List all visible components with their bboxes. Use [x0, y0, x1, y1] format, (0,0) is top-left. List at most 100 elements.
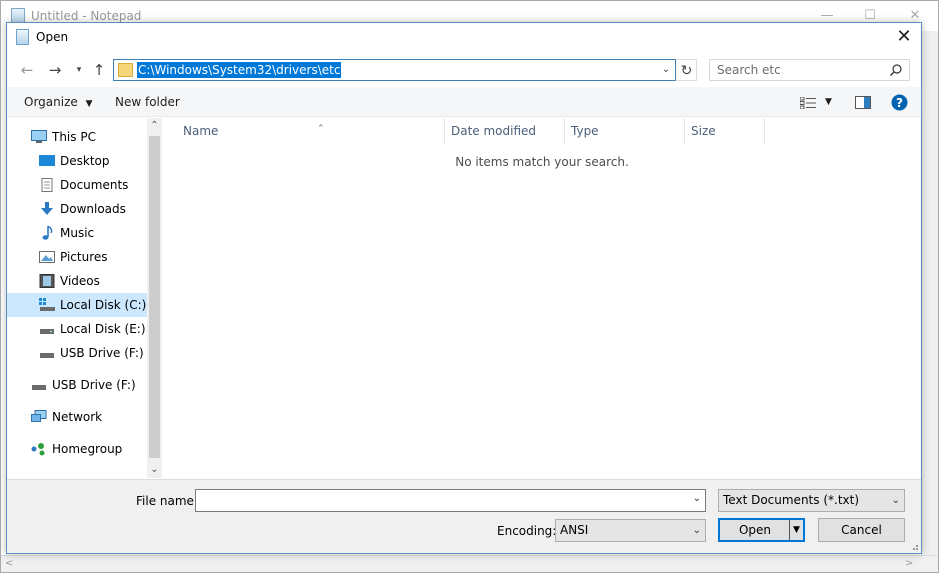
- column-header-date-modified[interactable]: Date modified: [445, 118, 565, 144]
- documents-icon: [41, 178, 53, 192]
- sidebar-item-usb-drive-f[interactable]: USB Drive (F:): [7, 341, 147, 365]
- search-input[interactable]: Search etc: [717, 63, 781, 77]
- chevron-down-icon: ⌄: [891, 495, 900, 506]
- notepad-title: Untitled - Notepad: [31, 9, 142, 23]
- open-dialog: Open ✕ ← → ▾ ↑ C:\Windows\System32\drive…: [6, 22, 922, 554]
- column-name-label: Name: [183, 124, 219, 138]
- open-button[interactable]: Open ▼: [718, 518, 805, 542]
- music-icon: [42, 226, 53, 240]
- sidebar-item-music[interactable]: Music: [7, 221, 147, 245]
- scroll-right-icon[interactable]: >: [905, 558, 913, 569]
- sidebar-item-label: Videos: [60, 274, 100, 288]
- scroll-up-icon[interactable]: ⌃: [147, 118, 162, 134]
- sidebar-item-local-disk-e[interactable]: Local Disk (E:): [7, 317, 147, 341]
- column-header-type[interactable]: Type: [565, 118, 685, 144]
- sidebar-item-homegroup[interactable]: Homegroup: [7, 437, 147, 461]
- forward-arrow-icon[interactable]: →: [45, 59, 65, 81]
- sidebar-item-local-disk-c[interactable]: Local Disk (C:): [7, 293, 147, 317]
- encoding-select[interactable]: ANSI ⌄: [555, 519, 706, 542]
- computer-icon: [31, 130, 47, 143]
- sidebar-item-label: USB Drive (F:): [52, 378, 136, 392]
- system-drive-icon: [39, 298, 55, 311]
- sort-ascending-icon: ⌃: [317, 124, 325, 134]
- recent-locations-chevron-icon[interactable]: ▾: [69, 59, 89, 81]
- close-icon[interactable]: ✕: [891, 25, 917, 49]
- organize-button[interactable]: Organize ▼: [24, 95, 93, 109]
- dialog-titlebar: Open ✕: [7, 23, 921, 52]
- scroll-left-icon[interactable]: <: [5, 558, 13, 569]
- homegroup-icon: [31, 443, 45, 456]
- sidebar-item-label: Documents: [60, 178, 129, 192]
- sidebar-item-documents[interactable]: Documents: [7, 173, 147, 197]
- dialog-title: Open: [36, 30, 69, 44]
- notepad-icon: [16, 29, 29, 45]
- drive-icon: [40, 329, 54, 334]
- navigation-pane-scrollbar[interactable]: ⌃ ⌄: [147, 118, 162, 478]
- dialog-footer: File name: ⌄ Text Documents (*.txt) ⌄ En…: [7, 479, 921, 553]
- sidebar-item-label: Desktop: [60, 154, 110, 168]
- chevron-down-icon[interactable]: ⌄: [659, 62, 673, 78]
- network-icon: [31, 410, 47, 422]
- address-path[interactable]: C:\Windows\System32\drivers\etc: [137, 62, 342, 78]
- sidebar-item-label: Pictures: [60, 250, 108, 264]
- open-options-chevron-icon[interactable]: ▼: [789, 520, 803, 540]
- up-arrow-icon[interactable]: ↑: [89, 59, 109, 81]
- column-header-size[interactable]: Size: [685, 118, 765, 144]
- sidebar-item-label: Downloads: [60, 202, 126, 216]
- view-chevron-down-icon[interactable]: ▼: [825, 97, 832, 107]
- organize-label: Organize: [24, 95, 78, 109]
- svg-text:?: ?: [896, 96, 903, 110]
- chevron-down-icon[interactable]: ⌄: [693, 493, 701, 504]
- file-type-value: Text Documents (*.txt): [723, 493, 860, 507]
- column-header-name[interactable]: Name ⌃: [177, 118, 445, 144]
- encoding-value: ANSI: [560, 523, 589, 537]
- encoding-label: Encoding:: [497, 524, 557, 538]
- navigation-pane: This PC Desktop Documents Downloads Musi…: [7, 118, 162, 478]
- back-arrow-icon[interactable]: ←: [17, 59, 37, 81]
- search-box[interactable]: Search etc: [709, 59, 910, 81]
- sidebar-item-label: Music: [60, 226, 95, 240]
- cancel-button[interactable]: Cancel: [818, 518, 905, 542]
- pictures-icon: [39, 251, 55, 263]
- usb-drive-icon: [40, 353, 54, 358]
- chevron-down-icon: ⌄: [692, 525, 701, 536]
- sidebar-item-usb-drive-f-root[interactable]: USB Drive (F:): [7, 373, 147, 397]
- downloads-icon: [41, 202, 53, 215]
- notepad-vertical-scrollbar[interactable]: [921, 31, 938, 557]
- desktop-icon: [39, 155, 55, 166]
- scroll-down-icon[interactable]: ⌄: [147, 462, 162, 478]
- view-options-icon[interactable]: [800, 97, 816, 109]
- scrollbar-thumb[interactable]: [149, 136, 160, 458]
- file-type-select[interactable]: Text Documents (*.txt) ⌄: [718, 489, 905, 512]
- empty-message: No items match your search.: [455, 155, 629, 169]
- file-list: Name ⌃ Date modified Type Size No items …: [163, 118, 921, 478]
- sidebar-item-label: Homegroup: [52, 442, 123, 456]
- resize-grip-icon[interactable]: [909, 541, 919, 551]
- refresh-icon[interactable]: ↻: [677, 59, 697, 81]
- chevron-down-icon: ▼: [85, 99, 93, 109]
- new-folder-button[interactable]: New folder: [115, 95, 180, 109]
- sidebar-item-label: Local Disk (C:): [60, 298, 147, 312]
- folder-icon: [118, 63, 133, 77]
- navigation-row: ← → ▾ ↑ C:\Windows\System32\drivers\etc …: [7, 53, 921, 87]
- sidebar-item-downloads[interactable]: Downloads: [7, 197, 147, 221]
- videos-icon: [39, 274, 55, 288]
- sidebar-item-label: This PC: [52, 130, 96, 144]
- command-toolbar: Organize ▼ New folder ▼ ?: [7, 87, 921, 117]
- file-name-label: File name:: [136, 494, 198, 508]
- sidebar-item-label: USB Drive (F:): [60, 346, 144, 360]
- sidebar-item-label: Network: [52, 410, 103, 424]
- address-bar[interactable]: C:\Windows\System32\drivers\etc ⌄: [113, 59, 676, 81]
- sidebar-item-network[interactable]: Network: [7, 405, 147, 429]
- sidebar-item-this-pc[interactable]: This PC: [7, 125, 147, 149]
- preview-pane-icon[interactable]: [855, 96, 871, 109]
- sidebar-item-desktop[interactable]: Desktop: [7, 149, 147, 173]
- usb-drive-icon: [32, 385, 46, 390]
- help-icon[interactable]: ?: [891, 94, 908, 111]
- notepad-horizontal-scrollbar[interactable]: < >: [1, 555, 938, 572]
- sidebar-item-pictures[interactable]: Pictures: [7, 245, 147, 269]
- search-icon[interactable]: [889, 63, 903, 77]
- file-name-input[interactable]: ⌄: [195, 489, 706, 512]
- open-button-label: Open: [738, 523, 772, 537]
- sidebar-item-videos[interactable]: Videos: [7, 269, 147, 293]
